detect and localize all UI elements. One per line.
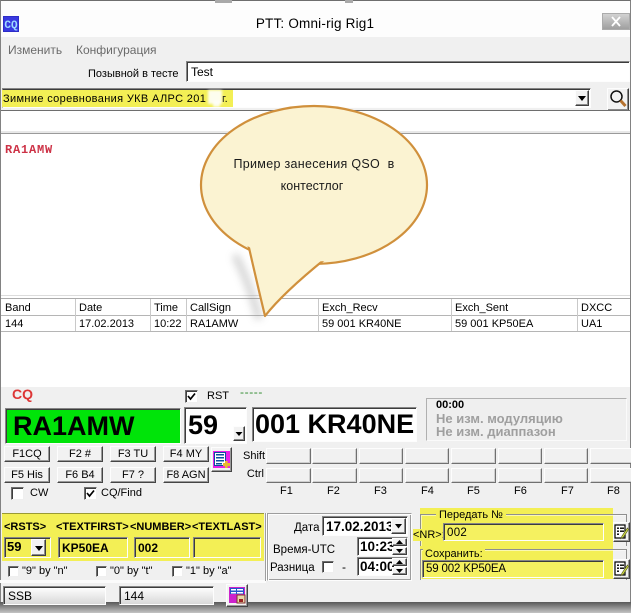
svg-text:CQ: CQ bbox=[4, 20, 18, 32]
svg-text:контестлог: контестлог bbox=[281, 179, 344, 193]
svg-text:Пример занесения QSO в: Пример занесения QSO в bbox=[233, 157, 394, 171]
